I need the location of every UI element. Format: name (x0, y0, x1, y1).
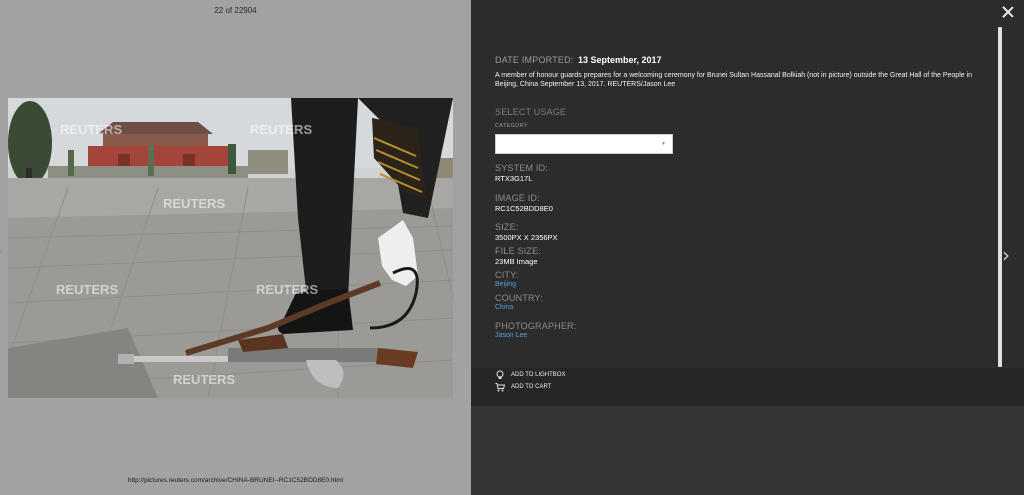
size-value: 3500PX X 2356PX (495, 233, 558, 242)
watermark: REUTERS (163, 196, 225, 211)
photographer-label: PHOTOGRAPHER: (495, 321, 577, 331)
select-usage-heading: SELECT USAGE (495, 107, 567, 117)
image-counter: 22 of 22904 (214, 6, 257, 15)
add-to-lightbox-label: ADD TO LIGHTBOX (511, 372, 566, 378)
watermark: REUTERS (250, 122, 312, 137)
photo-url[interactable]: http://pictures.reuters.com/archive/CHIN… (0, 477, 471, 484)
image-id-value: RC1C52BDD8E0 (495, 204, 553, 213)
file-size-value: 23MB Image (495, 257, 538, 266)
details-panel: DATE IMPORTED: 13 September, 2017 A memb… (471, 0, 1024, 495)
action-bar: ADD TO LIGHTBOX ADD TO CART (471, 368, 1024, 406)
add-to-cart-label: ADD TO CART (511, 384, 552, 390)
date-imported-value: 13 September, 2017 (578, 55, 662, 65)
system-id-label: SYSTEM ID: (495, 163, 549, 173)
date-imported: DATE IMPORTED: 13 September, 2017 (495, 55, 995, 65)
chevron-right-icon[interactable]: › (1002, 243, 1010, 267)
image-viewer: 22 of 22904 ‹ REUTERS REUTERS REUTERS RE… (0, 0, 471, 495)
chevron-left-icon[interactable]: ‹ (0, 246, 3, 257)
country-label: COUNTRY: (495, 293, 543, 303)
system-id: SYSTEM ID: RTX3G17L (495, 163, 548, 183)
city: CITY: Beijing (495, 270, 519, 288)
photographer: PHOTOGRAPHER: Jason Lee (495, 321, 576, 339)
category-select[interactable]: ▼ (495, 134, 673, 154)
date-imported-label: DATE IMPORTED: (495, 55, 574, 65)
category-label: CATEGORY (495, 123, 528, 129)
close-icon[interactable] (1001, 5, 1015, 19)
watermark: REUTERS (60, 122, 122, 137)
photographer-link[interactable]: Jason Lee (495, 332, 576, 339)
image-info: DATE IMPORTED: 13 September, 2017 A memb… (495, 55, 995, 154)
chevron-down-icon: ▼ (661, 141, 666, 147)
main-photo[interactable]: REUTERS REUTERS REUTERS REUTERS REUTERS … (8, 98, 453, 398)
file-size: FILE SIZE: 23MB Image (495, 246, 541, 266)
watermark: REUTERS (56, 282, 118, 297)
country-link[interactable]: China (495, 304, 543, 311)
country: COUNTRY: China (495, 293, 543, 311)
system-id-value: RTX3G17L (495, 174, 533, 183)
image-id: IMAGE ID: RC1C52BDD8E0 (495, 193, 553, 213)
watermark: REUTERS (256, 282, 318, 297)
watermark: REUTERS (173, 372, 235, 387)
add-to-cart-button[interactable]: ADD TO CART (495, 381, 551, 393)
image-id-label: IMAGE ID: (495, 193, 540, 203)
cart-icon (495, 382, 506, 392)
size-label: SIZE: (495, 222, 519, 232)
image-caption: A member of honour guards prepares for a… (495, 72, 973, 88)
scrollbar[interactable] (998, 27, 1002, 367)
city-label: CITY: (495, 270, 519, 280)
file-size-label: FILE SIZE: (495, 246, 542, 256)
panel-footer (471, 406, 1024, 495)
add-to-lightbox-button[interactable]: ADD TO LIGHTBOX (495, 369, 565, 381)
lightbulb-icon (495, 370, 505, 380)
image-size: SIZE: 3500PX X 2356PX (495, 222, 558, 242)
city-link[interactable]: Beijing (495, 281, 519, 288)
details-scroll-area: DATE IMPORTED: 13 September, 2017 A memb… (471, 0, 1024, 368)
